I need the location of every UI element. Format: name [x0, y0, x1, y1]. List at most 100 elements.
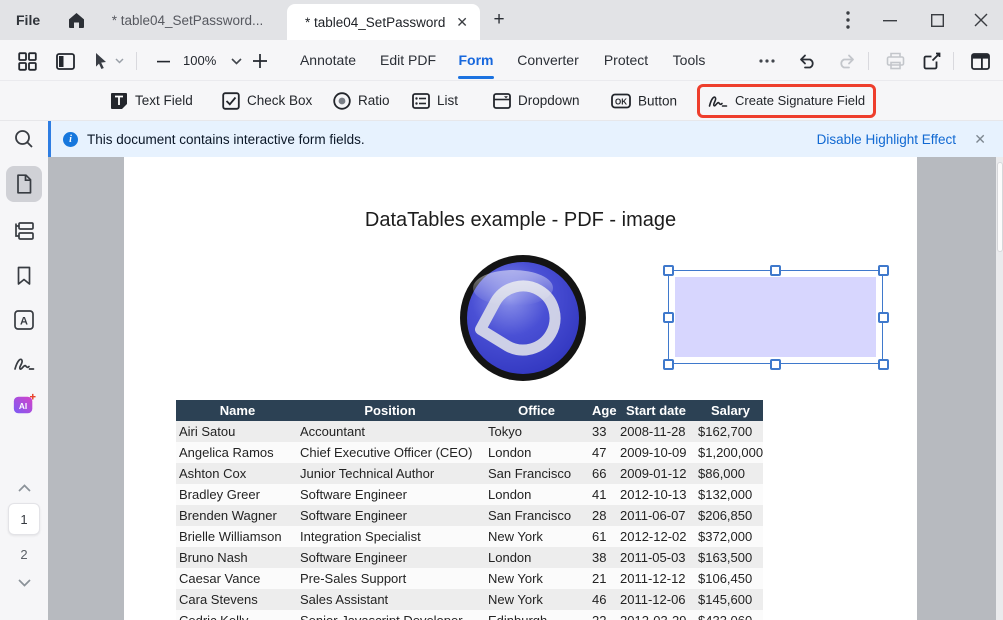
tab-inactive[interactable]: * table04_SetPassword...: [100, 0, 275, 40]
table-cell: $162,700: [692, 421, 763, 442]
select-tool-dropdown[interactable]: [112, 50, 126, 72]
zoom-dropdown[interactable]: [225, 50, 247, 72]
maximize-icon: [931, 14, 944, 27]
table-header-cell: Age: [585, 400, 612, 421]
create-signature-field-button[interactable]: Create Signature Field: [697, 84, 876, 118]
more-menu-button[interactable]: [840, 8, 856, 32]
menu-tools[interactable]: Tools: [673, 40, 706, 80]
zoom-level-value[interactable]: 100%: [183, 40, 216, 80]
selection-handle[interactable]: [663, 312, 674, 323]
sidebar-thumbnails-button[interactable]: [12, 219, 36, 243]
layout-button[interactable]: [969, 50, 991, 72]
check-box-button[interactable]: Check Box: [222, 92, 312, 110]
table-cell: Tokyo: [480, 421, 585, 442]
toolbar-separator: [136, 52, 137, 70]
zoom-in-button[interactable]: [249, 50, 271, 72]
selection-handle[interactable]: [878, 312, 889, 323]
selection-handle[interactable]: [770, 359, 781, 370]
dropdown-button[interactable]: Dropdown: [493, 93, 580, 109]
new-tab-button[interactable]: +: [489, 10, 509, 30]
window-close-button[interactable]: [969, 8, 993, 32]
print-button[interactable]: [884, 50, 906, 72]
select-tool-button[interactable]: [90, 50, 112, 72]
chevron-down-icon: [231, 58, 242, 65]
selection-handle[interactable]: [770, 265, 781, 276]
zoom-out-button[interactable]: [152, 50, 174, 72]
table-cell: San Francisco: [480, 505, 585, 526]
table-cell: Brenden Wagner: [176, 505, 296, 526]
table-cell: $372,000: [692, 526, 763, 547]
page-up-button[interactable]: [12, 476, 36, 500]
table-cell: London: [480, 547, 585, 568]
thumbnail-tree-icon: [14, 222, 34, 240]
menu-converter[interactable]: Converter: [517, 40, 578, 80]
table-cell: 2012-10-13: [612, 484, 692, 505]
list-button[interactable]: List: [412, 93, 458, 109]
table-header-cell: Salary: [692, 400, 763, 421]
sidebar-signature-button[interactable]: [12, 352, 36, 376]
share-button[interactable]: [921, 50, 943, 72]
disable-highlight-link[interactable]: Disable Highlight Effect: [817, 132, 956, 147]
chevron-up-icon: [18, 484, 31, 492]
form-toolbar: Text Field Check Box Ratio List Dropdown…: [0, 81, 1003, 121]
layout-icon: [971, 53, 990, 70]
home-button[interactable]: [64, 8, 88, 32]
table-cell: 2012-12-02: [612, 526, 692, 547]
page-icon: [15, 174, 33, 194]
menu-edit-pdf[interactable]: Edit PDF: [380, 40, 436, 80]
table-cell: Caesar Vance: [176, 568, 296, 589]
selection-border: [668, 270, 883, 364]
sidebar-pages-button[interactable]: [12, 172, 36, 196]
page-number-2[interactable]: 2: [8, 541, 40, 567]
file-menu[interactable]: File: [16, 0, 40, 40]
grid-view-button[interactable]: [16, 50, 38, 72]
more-tools-button[interactable]: [756, 50, 778, 72]
selection-handle[interactable]: [663, 265, 674, 276]
selection-handle[interactable]: [878, 265, 889, 276]
table-cell: New York: [480, 568, 585, 589]
check-box-label: Check Box: [247, 93, 312, 108]
redo-button[interactable]: [835, 50, 857, 72]
table-cell: Software Engineer: [296, 547, 480, 568]
redo-icon: [837, 54, 855, 69]
search-icon: [14, 129, 34, 149]
menu-annotate[interactable]: Annotate: [300, 40, 356, 80]
plus-icon: [253, 54, 267, 68]
search-button[interactable]: [12, 127, 36, 151]
selection-handle[interactable]: [878, 359, 889, 370]
table-cell: San Francisco: [480, 463, 585, 484]
sidebar-bookmarks-button[interactable]: [12, 264, 36, 288]
table-cell: Bruno Nash: [176, 547, 296, 568]
toolbar-separator-2: [868, 52, 869, 70]
info-message: This document contains interactive form …: [87, 132, 365, 147]
info-icon: i: [63, 132, 78, 147]
vertical-scrollbar[interactable]: [996, 157, 1003, 620]
selection-handle[interactable]: [663, 359, 674, 370]
text-field-icon: [110, 92, 128, 110]
menu-form[interactable]: Form: [459, 40, 494, 80]
sidebar-annotations-button[interactable]: A: [12, 308, 36, 332]
signature-field-selection[interactable]: [668, 270, 883, 364]
tab-active[interactable]: * table04_SetPassword ✕: [287, 4, 480, 40]
table-cell: 2008-11-28: [612, 421, 692, 442]
scrollbar-thumb[interactable]: [997, 162, 1003, 252]
page-number-current[interactable]: 1: [8, 503, 40, 535]
window-maximize-button[interactable]: [925, 8, 949, 32]
table-cell: Accountant: [296, 421, 480, 442]
ratio-button[interactable]: Ratio: [333, 92, 390, 110]
text-field-button[interactable]: Text Field: [110, 92, 193, 110]
undo-button[interactable]: [797, 50, 819, 72]
tab-close-icon[interactable]: ✕: [456, 15, 468, 29]
table-header-cell: Position: [296, 400, 480, 421]
window-minimize-button[interactable]: [878, 8, 902, 32]
table-cell: 33: [585, 421, 612, 442]
table-cell: London: [480, 442, 585, 463]
page-down-button[interactable]: [12, 571, 36, 595]
push-button-button[interactable]: OK Button: [611, 93, 677, 108]
table-cell: 2011-05-03: [612, 547, 692, 568]
table-cell: Edinburgh: [480, 610, 585, 620]
panel-toggle-button[interactable]: [54, 50, 76, 72]
sidebar-ai-button[interactable]: AI: [12, 393, 36, 417]
info-close-icon[interactable]: ✕: [974, 131, 986, 148]
menu-protect[interactable]: Protect: [604, 40, 648, 80]
